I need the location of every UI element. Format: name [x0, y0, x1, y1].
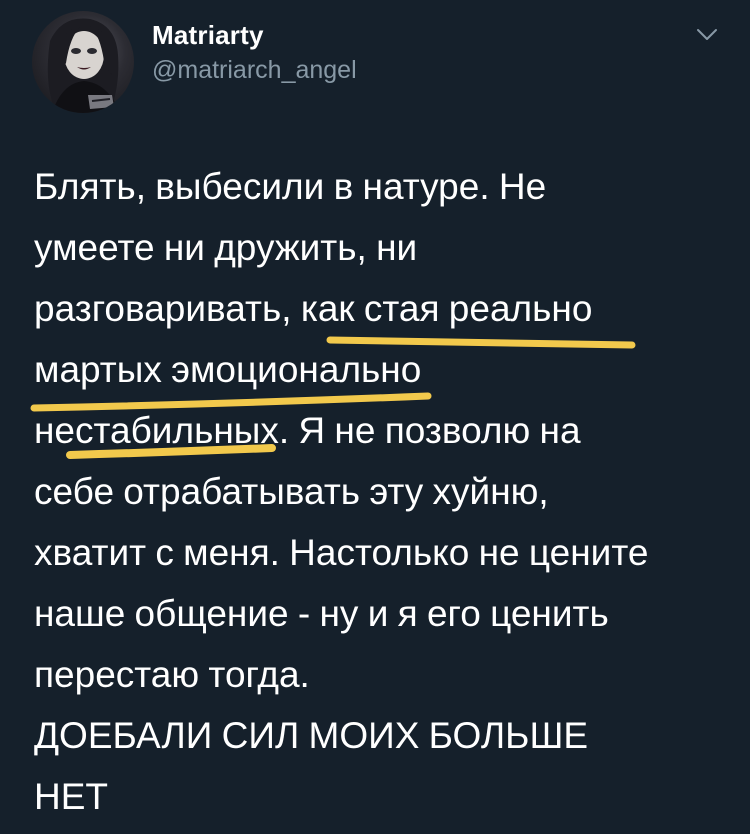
tweet-text-line: перестаю тогда. [34, 654, 310, 695]
tweet-text-line: умеете ни дружить, ни [34, 227, 418, 268]
chevron-down-icon[interactable] [696, 28, 718, 42]
tweet-card: Matriarty @matriarch_angel Блять, выбеси… [0, 0, 750, 834]
tweet-text-line: наше общение - ну и я его ценить [34, 593, 609, 634]
tweet-text-line: разговаривать, как стая реально [34, 288, 593, 329]
tweet-text-line: нестабильных. Я не позволю на [34, 410, 581, 451]
tweet-text-line: Блять, выбесили в натуре. Не [34, 166, 547, 207]
author-display-name[interactable]: Matriarty [152, 20, 264, 51]
author-handle[interactable]: @matriarch_angel [152, 56, 357, 85]
tweet-text-line: мартых эмоционально [34, 349, 422, 390]
tweet-text-line: НЕТ [34, 776, 108, 817]
author-avatar[interactable] [32, 11, 134, 113]
avatar-photo-icon [47, 18, 120, 113]
tweet-text-line: ДОЕБАЛИ СИЛ МОИХ БОЛЬШЕ [34, 715, 589, 756]
tweet-text-line: себе отрабатывать эту хуйню, [34, 471, 549, 512]
tweet-text: Блять, выбесили в натуре. Не умеете ни д… [34, 156, 734, 827]
tweet-text-line: хватит с меня. Настолько не цените [34, 532, 649, 573]
